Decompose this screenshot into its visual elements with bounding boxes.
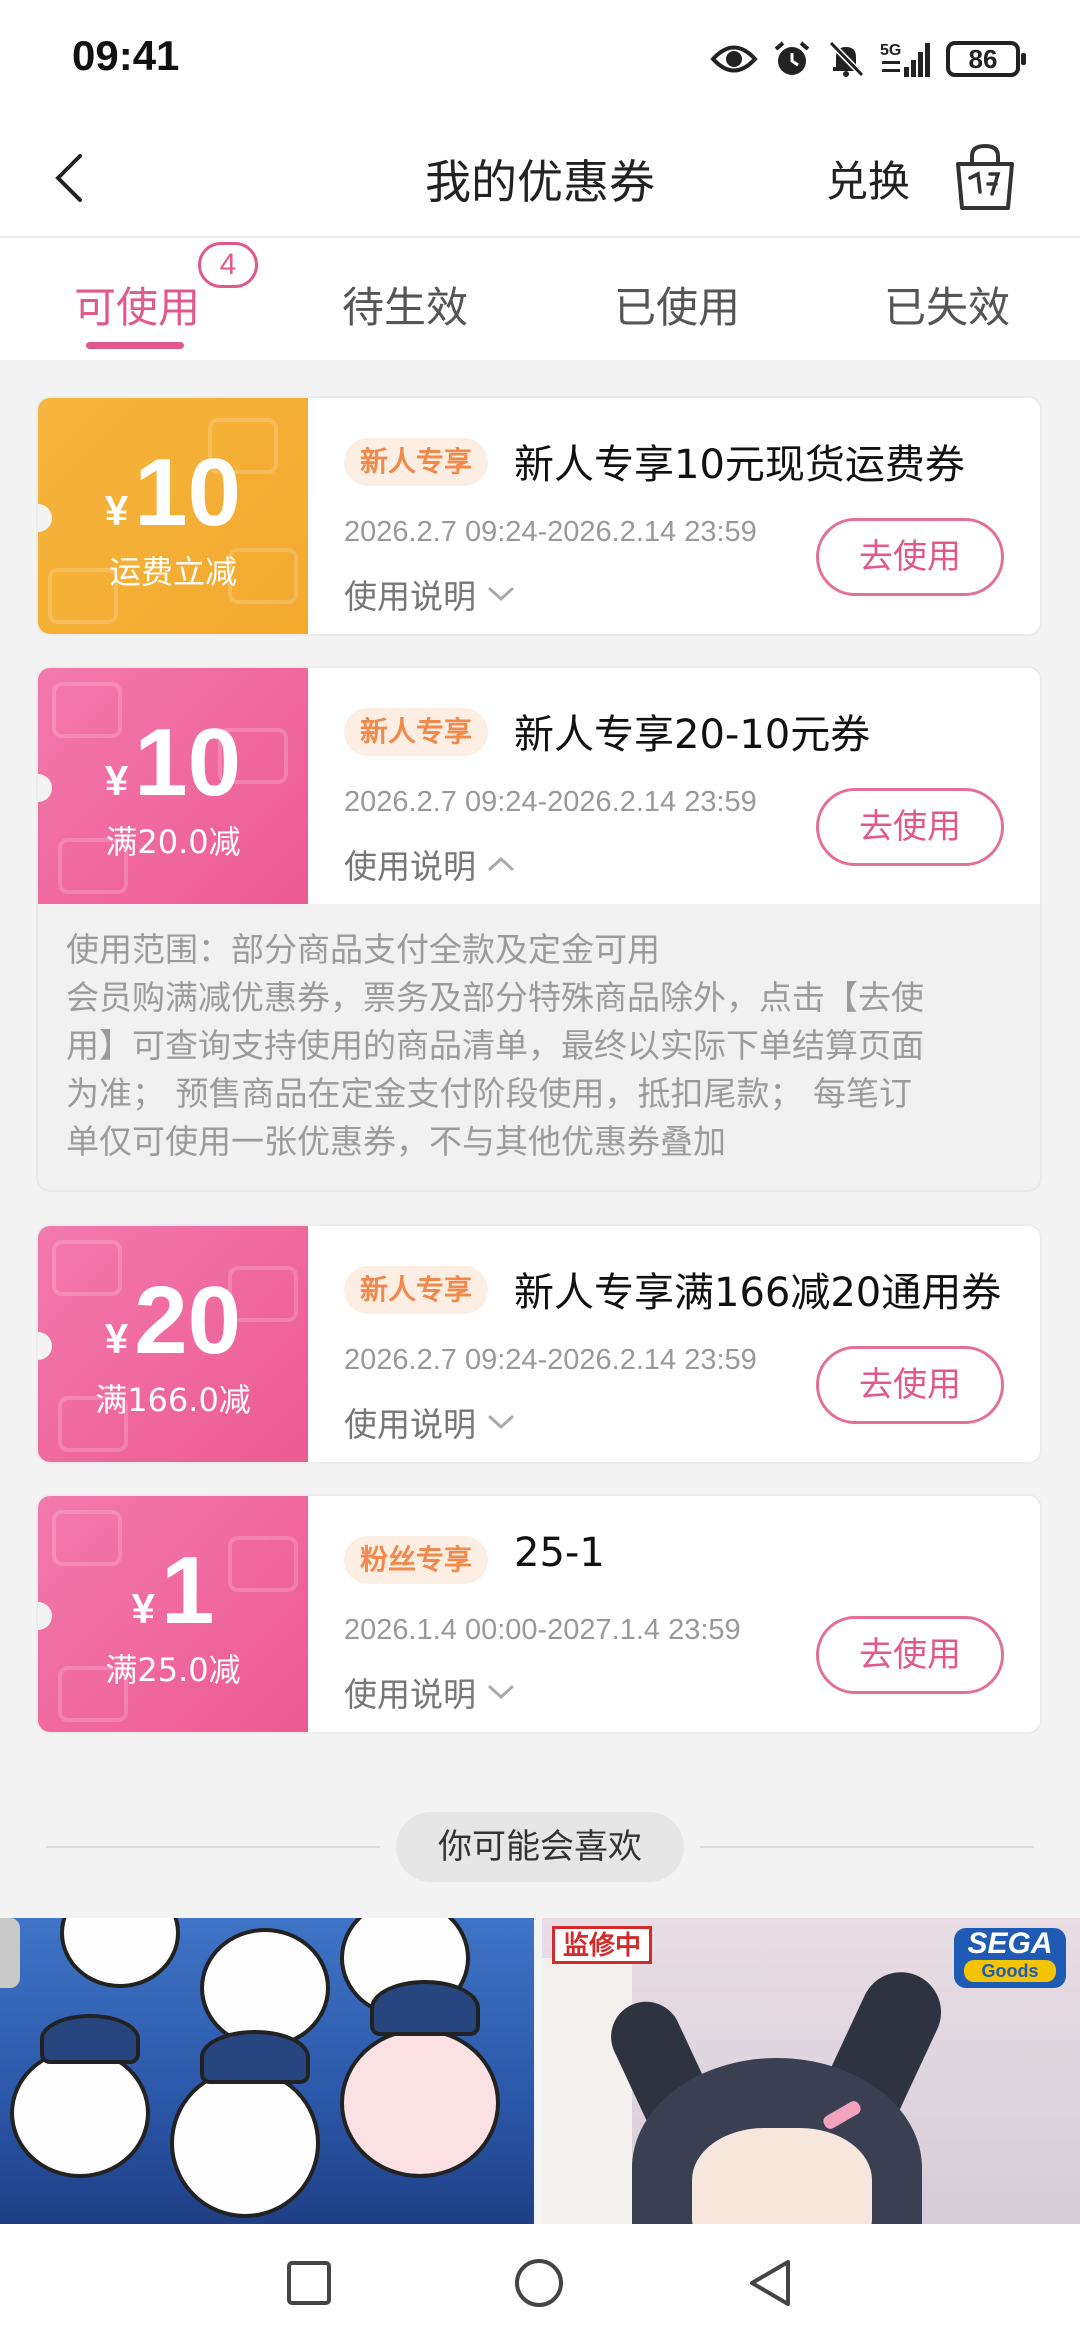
page-header: 我的优惠券 兑换 [0,120,1080,238]
recommendation-heading: 你可能会喜欢 [396,1812,684,1882]
coupon-tabs: 可使用 待生效 已使用 已失效 [0,238,1080,360]
mute-bell-icon [828,40,865,78]
coupon-amount: 10 [134,439,242,546]
coupon-condition: 满20.0减 [105,823,241,861]
usage-instructions-label: 使用说明 [344,847,476,886]
supervision-badge: 监修中 [552,1926,653,1964]
divider [46,1846,380,1848]
sega-goods-logo: SEGA Goods [954,1928,1066,1988]
chevron-down-icon [488,1685,514,1700]
divider [700,1846,1034,1848]
chevron-down-icon [488,587,514,602]
instructions-line: 使用范围：部分商品支付全款及定金可用 [66,930,660,969]
shopping-bag-icon[interactable] [952,142,1018,212]
svg-text:5G: 5G [880,42,901,59]
status-time: 09:41 [72,32,180,79]
coupon-validity: 2026.2.7 09:24-2026.2.14 23:59 [344,516,757,548]
coupon-validity: 2026.1.4 00:00-2027.1.4 23:59 [344,1614,741,1646]
triangle-back-icon[interactable] [744,2256,798,2310]
instructions-line: 用】可查询支持使用的商品清单，最终以实际下单结算页面 [66,1026,924,1065]
product-card[interactable]: 监修中 SEGA Goods [542,1918,1080,2224]
coupon-currency: ¥ [104,1315,129,1362]
coupon-title: 新人专享满166减20通用券 [514,1270,1002,1316]
page-title: 我的优惠券 [425,155,655,209]
chevron-down-icon [488,1415,514,1430]
usage-instructions-toggle[interactable]: 使用说明 [344,1398,516,1446]
coupon-card: ¥ 1 满25.0减 粉丝专享 25-1 2026.1.4 00:00-2027… [36,1494,1042,1734]
coupon-value-panel: ¥ 20 满166.0减 [38,1226,308,1462]
system-nav-bar [0,2224,1080,2340]
status-icons: 5G 86 [710,34,1026,84]
coupon-tag: 新人专享 [344,708,489,756]
tab-pending[interactable]: 待生效 [342,274,468,335]
battery-level: 86 [968,43,998,74]
coupon-card: ¥ 20 满166.0减 新人专享 新人专享满166减20通用券 2026.2.… [36,1224,1042,1464]
coupon-card: ¥ 10 满20.0减 新人专享 新人专享20-10元券 2026.2.7 09… [36,666,1042,906]
usage-instructions-toggle[interactable]: 使用说明 [344,570,516,618]
use-coupon-button[interactable]: 去使用 [816,518,1004,596]
usage-instructions-panel: 使用范围：部分商品支付全款及定金可用 会员购满减优惠券，票务及部分特殊商品除外，… [36,904,1042,1192]
coupon-tag: 粉丝专享 [344,1536,489,1584]
usage-instructions-label: 使用说明 [344,1675,476,1714]
redeem-button[interactable]: 兑换 [826,148,910,209]
coupon-condition: 运费立减 [108,553,237,591]
coupon-currency: ¥ [104,487,129,534]
usage-instructions-toggle[interactable]: 使用说明 [344,1668,516,1716]
coupon-validity: 2026.2.7 09:24-2026.2.14 23:59 [344,786,757,818]
coupon-title: 25-1 [514,1530,605,1576]
coupon-title: 新人专享10元现货运费券 [514,442,965,488]
coupon-currency: ¥ [104,757,129,804]
tab-used[interactable]: 已使用 [614,274,740,335]
tab-underline [86,342,184,349]
battery-icon: 86 [946,41,1026,77]
product-card[interactable] [0,1918,534,2224]
coupon-title: 新人专享20-10元券 [514,712,871,758]
coupon-currency: ¥ [131,1585,155,1632]
coupon-validity: 2026.2.7 09:24-2026.2.14 23:59 [344,1344,757,1376]
coupon-tag: 新人专享 [344,1266,489,1314]
use-coupon-button[interactable]: 去使用 [816,1346,1004,1424]
tab-count-badge: 4 [198,242,258,288]
usage-instructions-toggle[interactable]: 使用说明 [344,840,516,888]
status-bar: 09:41 5G 86 [0,0,1080,120]
instructions-line: 会员购满减优惠券，票务及部分特殊商品除外，点击【去使 [66,978,924,1017]
use-coupon-button[interactable]: 去使用 [816,1616,1004,1694]
instructions-line: 单仅可使用一张优惠券，不与其他优惠券叠加 [66,1122,726,1161]
eye-icon [710,45,758,73]
coupon-value-panel: ¥ 1 满25.0减 [38,1496,308,1732]
coupon-condition: 满25.0减 [105,1651,241,1689]
coupon-amount: 1 [160,1537,215,1644]
chevron-up-icon [488,856,514,871]
tab-available[interactable]: 可使用 [74,274,200,335]
use-coupon-button[interactable]: 去使用 [816,788,1004,866]
chiikawa-baseball-illustration [0,1918,534,2224]
coupon-tag: 新人专享 [344,438,489,486]
coupon-card: ¥ 10 运费立减 新人专享 新人专享10元现货运费券 2026.2.7 09:… [36,396,1042,636]
alarm-icon [774,41,810,75]
signal-icon: 5G [880,42,930,77]
tab-expired[interactable]: 已失效 [884,274,1010,335]
usage-instructions-label: 使用说明 [344,577,476,616]
coupon-amount: 20 [134,1267,242,1374]
circle-home-icon[interactable] [512,2256,566,2310]
usage-instructions-label: 使用说明 [344,1405,476,1444]
coupon-condition: 满166.0减 [95,1381,251,1419]
instructions-line: 为准； 预售商品在定金支付阶段使用，抵扣尾款； 每笔订 [66,1074,912,1113]
coupon-value-panel: ¥ 10 满20.0减 [38,668,308,904]
coupon-value-panel: ¥ 10 运费立减 [38,398,308,634]
square-recents-icon[interactable] [282,2256,336,2310]
coupon-amount: 10 [134,709,242,816]
